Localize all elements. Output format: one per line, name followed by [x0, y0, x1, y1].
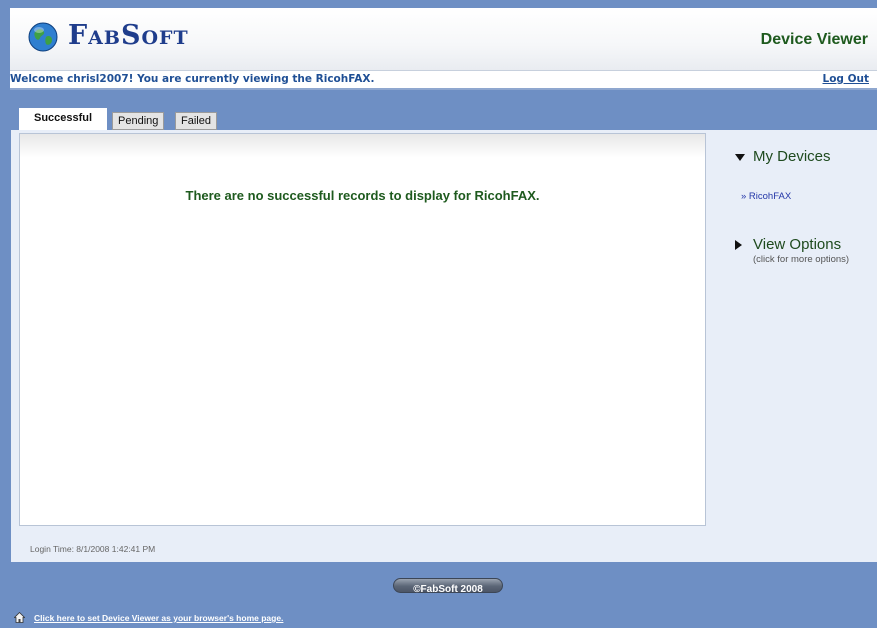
logout-link[interactable]: Log Out [823, 73, 870, 85]
top-strip [0, 0, 877, 8]
header: FabSoft Device Viewer [10, 8, 877, 70]
home-icon [14, 612, 25, 623]
empty-records-message: There are no successful records to displ… [185, 188, 540, 203]
brand-logo-text: FabSoft [68, 20, 189, 51]
records-area: There are no successful records to displ… [19, 133, 706, 526]
triangle-down-icon[interactable] [735, 154, 745, 161]
copyright-text: ©FabSoft 2008 [413, 584, 483, 595]
sidebar: My Devices » RicohFAX View Options (clic… [723, 130, 877, 562]
welcome-bar: Welcome chrisl2007! You are currently vi… [10, 70, 877, 90]
device-link-ricohfax[interactable]: » RicohFAX [741, 191, 791, 202]
login-time: Login Time: 8/1/2008 1:42:41 PM [30, 544, 156, 554]
tab-pending[interactable]: Pending [112, 112, 165, 130]
triangle-right-icon[interactable] [735, 240, 742, 250]
copyright-badge: ©FabSoft 2008 [393, 578, 503, 595]
tab-successful[interactable]: Successful [19, 108, 108, 130]
app-title: Device Viewer [760, 31, 868, 48]
view-options-hint: (click for more options) [753, 254, 850, 265]
welcome-message: Welcome chrisl2007! You are currently vi… [10, 73, 375, 85]
main-panel: There are no successful records to displ… [11, 130, 877, 562]
globe-icon [28, 22, 58, 52]
tab-failed[interactable]: Failed [175, 112, 217, 130]
view-options-title[interactable]: View Options [753, 236, 841, 253]
set-homepage-link[interactable]: Click here to set Device Viewer as your … [34, 613, 283, 623]
my-devices-title[interactable]: My Devices [753, 148, 831, 165]
